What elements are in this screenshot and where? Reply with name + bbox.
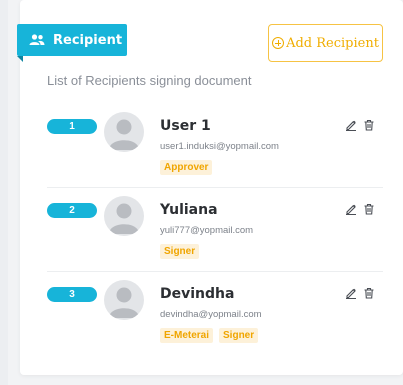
- trash-icon[interactable]: [363, 118, 375, 136]
- role-badge: Signer: [219, 328, 259, 343]
- user-avatar-icon: [104, 112, 144, 152]
- pencil-icon[interactable]: [345, 118, 357, 136]
- recipient-email: user1.induksi@yopmail.com: [160, 141, 279, 152]
- role-badges: E-Meterai Signer: [160, 328, 259, 343]
- recipient-email: yuli777@yopmail.com: [160, 225, 254, 236]
- pencil-icon[interactable]: [345, 202, 357, 220]
- user-avatar-icon: [104, 280, 144, 320]
- role-badge: E-Meterai: [160, 328, 214, 343]
- list-item: 2 Yuliana yuli777@yopmail.com Signer: [47, 188, 383, 272]
- user-avatar-icon: [104, 196, 144, 236]
- plus-circle-icon: [272, 37, 285, 49]
- role-badge: Approver: [160, 160, 213, 175]
- trash-icon[interactable]: [363, 286, 375, 304]
- recipient-email: devindha@yopmail.com: [160, 309, 262, 320]
- users-icon: [29, 34, 45, 46]
- list-item: 3 Devindha devindha@yopmail.com E-Metera…: [47, 272, 383, 356]
- panel-header: Recipient: [17, 24, 127, 56]
- recipient-number: 3: [47, 287, 97, 302]
- ribbon-fold: [17, 56, 23, 62]
- role-badges: Approver: [160, 160, 213, 175]
- role-badges: Signer: [160, 244, 200, 259]
- row-actions: [345, 202, 375, 220]
- recipient-number: 1: [47, 119, 97, 134]
- left-strip: [0, 0, 8, 385]
- recipient-number: 2: [47, 203, 97, 218]
- role-badge: Signer: [160, 244, 200, 259]
- panel-subtitle: List of Recipients signing document: [47, 73, 252, 88]
- row-actions: [345, 286, 375, 304]
- recipient-name: User 1: [160, 118, 211, 134]
- row-actions: [345, 118, 375, 136]
- recipient-name: Yuliana: [160, 202, 218, 218]
- add-recipient-label: Add Recipient: [286, 35, 379, 51]
- trash-icon[interactable]: [363, 202, 375, 220]
- add-recipient-button[interactable]: Add Recipient: [268, 24, 383, 62]
- pencil-icon[interactable]: [345, 286, 357, 304]
- list-item: 1 User 1 user1.induksi@yopmail.com Appro…: [47, 104, 383, 188]
- panel-title: Recipient: [53, 32, 123, 48]
- recipient-name: Devindha: [160, 286, 235, 302]
